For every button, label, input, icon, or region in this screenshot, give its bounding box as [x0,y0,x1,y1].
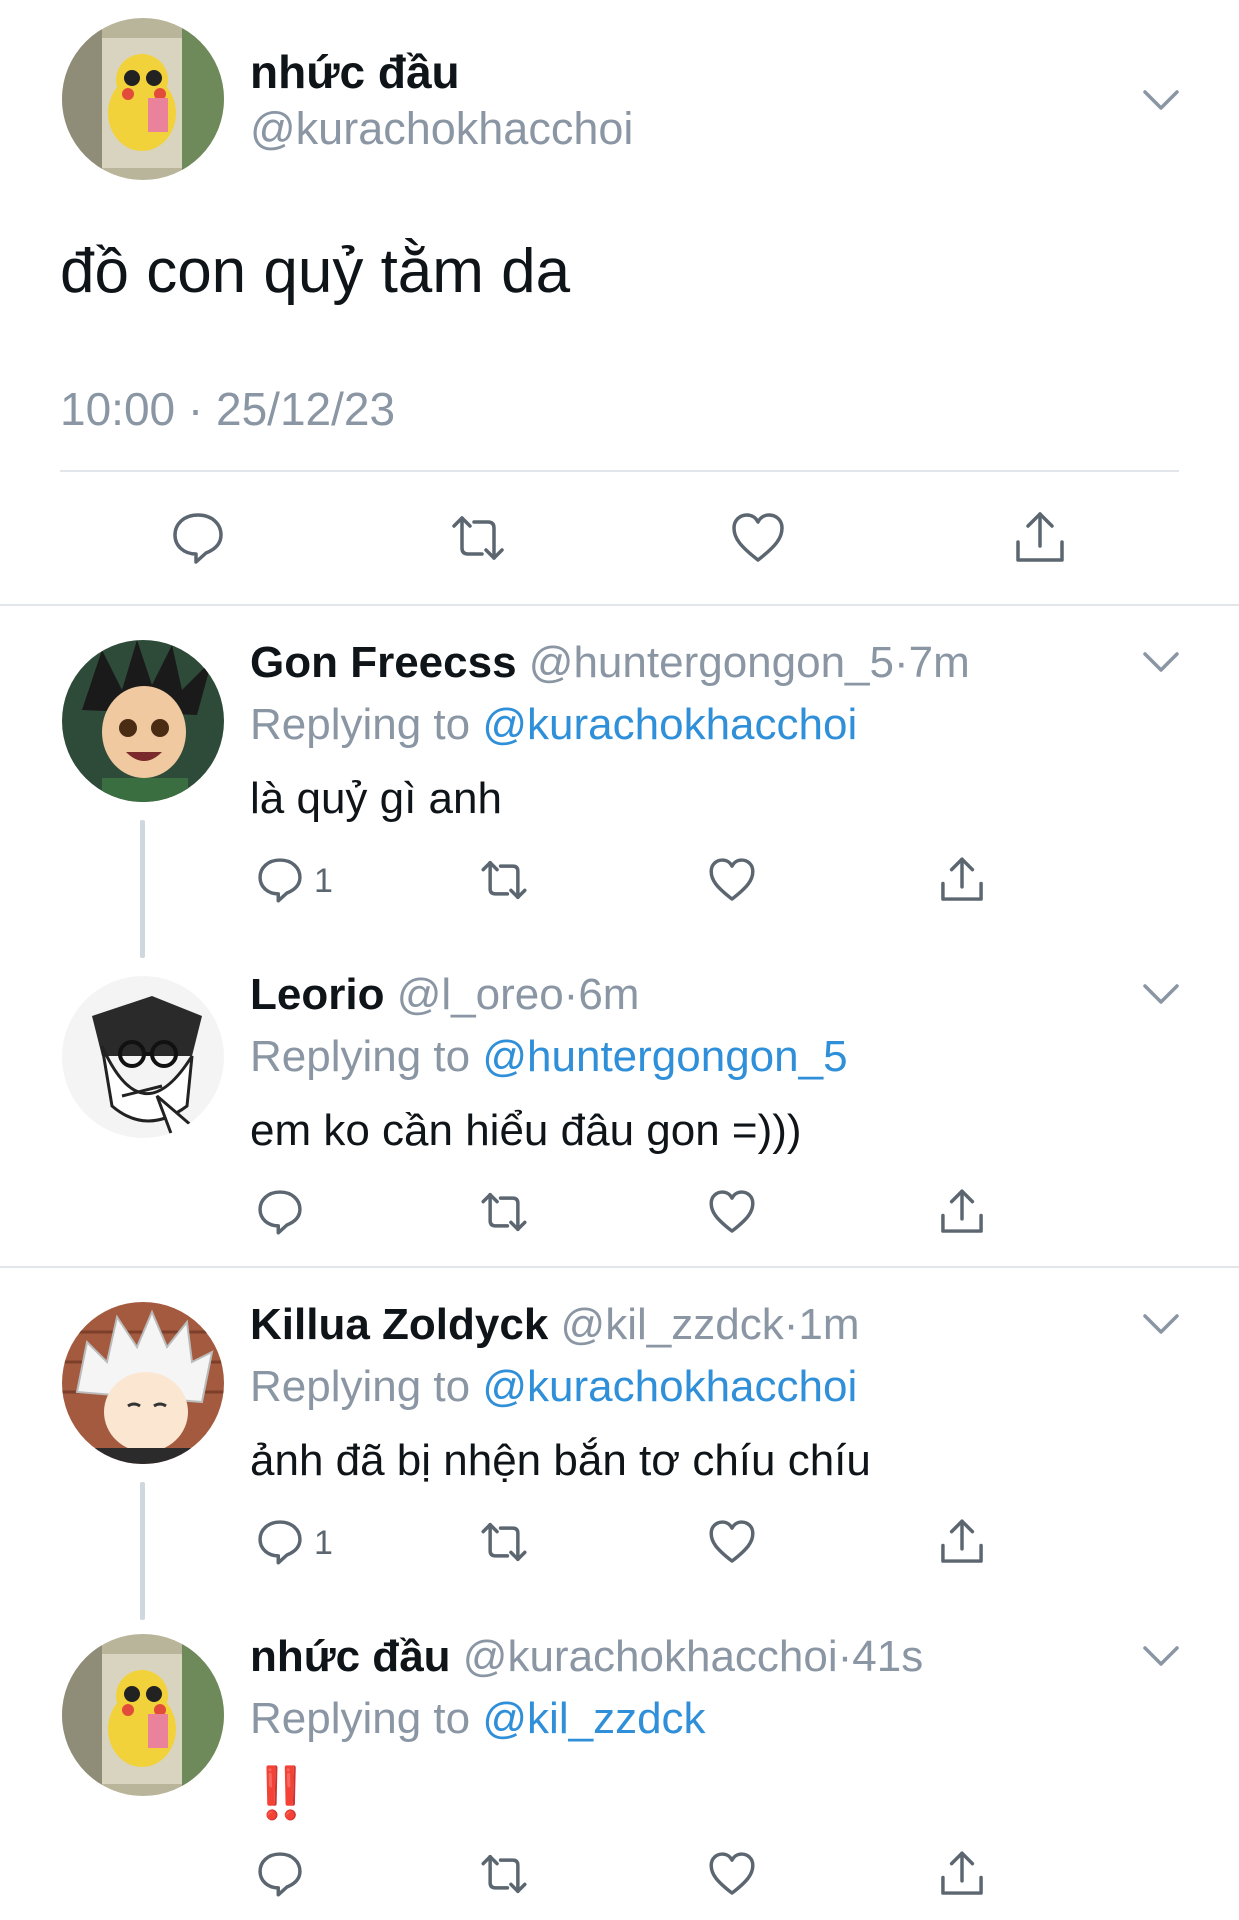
share-icon[interactable] [936,1516,988,1568]
divider [60,470,1179,472]
reply-text: ‼️ [250,1765,313,1821]
author-name[interactable]: Killua Zoldyck [250,1300,548,1349]
author-name[interactable]: nhức đầu [250,45,460,99]
chevron-down-icon[interactable] [1141,1312,1181,1336]
chevron-down-icon[interactable] [1141,1644,1181,1668]
retweet-icon[interactable] [478,1848,530,1900]
tweet-timestamp[interactable]: 10:00 · 25/12/23 [60,382,395,436]
avatar[interactable] [62,1302,224,1464]
author-name[interactable]: Leorio [250,970,384,1019]
reply-text: là quỷ gì anh [250,774,502,823]
chevron-down-icon[interactable] [1141,88,1181,112]
avatar[interactable] [62,640,224,802]
share-icon[interactable] [936,1186,988,1238]
like-icon[interactable] [706,854,758,906]
share-icon[interactable] [1010,508,1070,568]
retweet-icon[interactable] [478,854,530,906]
reply-icon[interactable] [254,1186,306,1238]
reply-time: ·1m [783,1300,860,1349]
avatar[interactable] [62,976,224,1138]
thread-line [140,820,145,958]
reply-icon[interactable] [254,1516,306,1568]
author-name[interactable]: nhức đầu [250,1632,451,1681]
chevron-down-icon[interactable] [1141,982,1181,1006]
reply-icon[interactable] [168,508,228,568]
replying-to-link[interactable]: @huntergongon_5 [482,1032,847,1081]
like-icon[interactable] [706,1516,758,1568]
avatar[interactable] [62,1634,224,1796]
section-divider [0,1266,1239,1268]
share-icon[interactable] [936,854,988,906]
replying-to-link[interactable]: @kurachokhacchoi [482,700,857,749]
gon-avatar-image [62,640,224,802]
pikachu-avatar-image [62,18,224,180]
pikachu-avatar-image [62,1634,224,1796]
tweet-text: đồ con quỷ tằm da [60,237,571,306]
author-name[interactable]: Gon Freecss [250,638,517,687]
author-handle[interactable]: @huntergongon_5 [529,638,894,687]
avatar[interactable] [62,18,224,180]
replying-to-label: Replying to [250,1362,471,1411]
share-icon[interactable] [936,1848,988,1900]
chevron-down-icon[interactable] [1141,650,1181,674]
replying-to-label: Replying to [250,1694,471,1743]
like-icon[interactable] [706,1186,758,1238]
replying-to-link[interactable]: @kurachokhacchoi [482,1362,857,1411]
author-handle[interactable]: @kurachokhacchoi [250,103,633,155]
thread-line [140,1482,145,1620]
reply-count: 1 [314,862,333,900]
replying-to-label: Replying to [250,1032,471,1081]
reply-icon[interactable] [254,1848,306,1900]
reply-text: ảnh đã bị nhện bắn tơ chíu chíu [250,1436,871,1485]
reply-time: ·7m [894,638,970,687]
retweet-icon[interactable] [448,508,508,568]
leorio-avatar-image [62,976,224,1138]
like-icon[interactable] [706,1848,758,1900]
author-handle[interactable]: @l_oreo [397,970,564,1019]
replying-to-link[interactable]: @kil_zzdck [482,1694,705,1743]
section-divider [0,604,1239,606]
retweet-icon[interactable] [478,1516,530,1568]
author-handle[interactable]: @kurachokhacchoi [463,1632,838,1681]
reply-icon[interactable] [254,854,306,906]
author-handle[interactable]: @kil_zzdck [561,1300,784,1349]
reply-time: ·41s [837,1632,924,1681]
like-icon[interactable] [728,508,788,568]
replying-to-label: Replying to [250,700,471,749]
killua-avatar-image [62,1302,224,1464]
reply-time: ·6m [563,970,640,1019]
retweet-icon[interactable] [478,1186,530,1238]
reply-count: 1 [314,1524,333,1562]
reply-text: em ko cần hiểu đâu gon =))) [250,1106,802,1155]
